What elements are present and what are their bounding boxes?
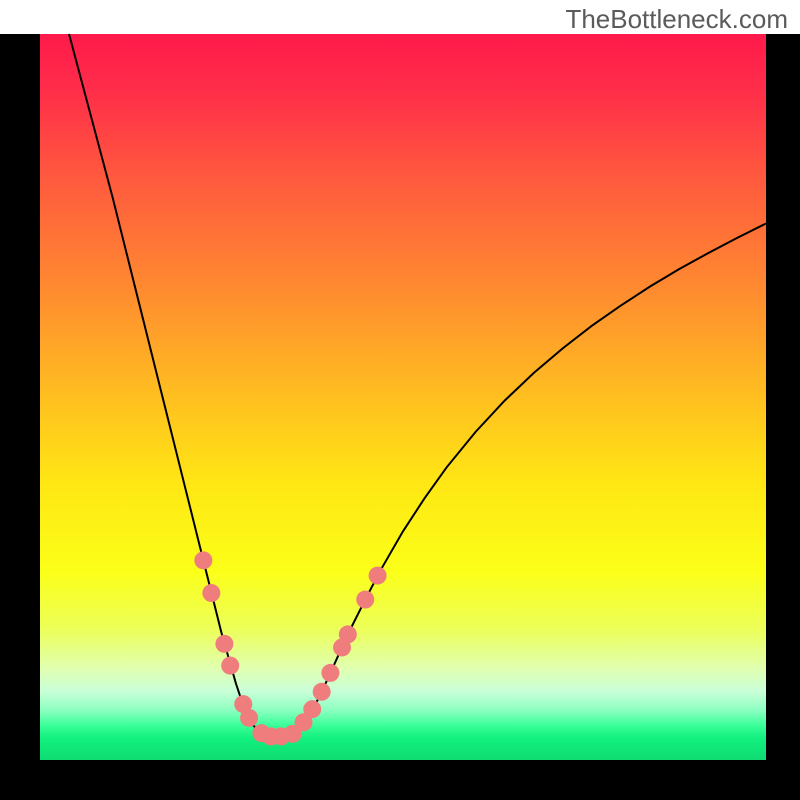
chart-container: TheBottleneck.com: [0, 0, 800, 800]
highlight-dot: [202, 584, 220, 602]
plot-border: [0, 34, 40, 800]
highlight-dot: [221, 657, 239, 675]
highlight-dot: [303, 700, 321, 718]
plot-background: [40, 34, 766, 760]
highlight-dot: [215, 635, 233, 653]
highlight-dot: [339, 625, 357, 643]
highlight-dot: [356, 591, 374, 609]
highlight-dot: [240, 709, 258, 727]
plot-border: [766, 34, 800, 800]
highlight-dot: [369, 567, 387, 585]
highlight-dot: [313, 683, 331, 701]
plot-border: [0, 760, 800, 800]
watermark-label: TheBottleneck.com: [565, 4, 788, 35]
highlight-dot: [194, 551, 212, 569]
highlight-dot: [321, 664, 339, 682]
bottleneck-chart: [0, 0, 800, 800]
